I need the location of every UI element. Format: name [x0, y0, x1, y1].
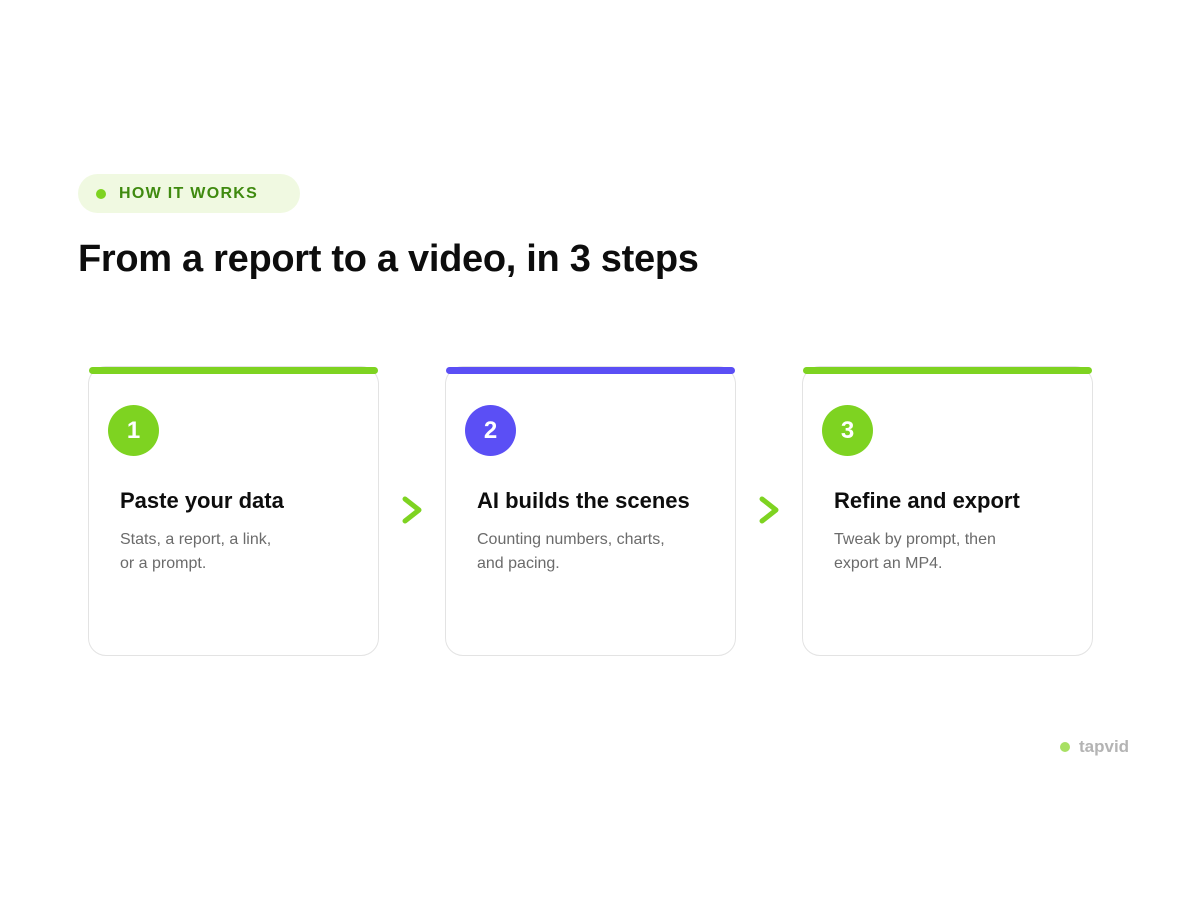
step-1-description-line: or a prompt. [120, 555, 207, 572]
step-1-description-line: Stats, a report, a link, [120, 531, 272, 548]
step-2-accent-bar [446, 367, 735, 374]
step-2-description: Counting numbers, charts, and pacing. [477, 528, 707, 576]
step-3-description: Tweak by prompt, then export an MP4. [834, 528, 1064, 576]
step-3-title: Refine and export [834, 488, 1020, 513]
step-1-title: Paste your data [120, 488, 284, 513]
eyebrow-dot-icon [96, 188, 106, 199]
step-3-description-line: Tweak by prompt, then [834, 531, 996, 548]
step-3-description-line: export an MP4. [834, 555, 943, 572]
chevron-right-icon [759, 496, 779, 524]
how-it-works-pill: HOW IT WORKS [78, 174, 300, 213]
chevron-right-stroke [759, 496, 779, 524]
step-2-title: AI builds the scenes [477, 488, 690, 513]
brand-dot-icon [1060, 742, 1070, 752]
chevron-right-stroke [402, 496, 422, 524]
step-card-2: 2 AI builds the scenes Counting numbers,… [445, 366, 736, 656]
step-2-description-line: and pacing. [477, 555, 560, 572]
step-2-description-line: Counting numbers, charts, [477, 531, 665, 548]
page-title: From a report to a video, in 3 steps [78, 238, 699, 280]
step-1-accent-bar [89, 367, 378, 374]
brand-name: tapvid [1079, 737, 1130, 756]
step-2-number-badge: 2 [465, 405, 516, 456]
step-3-number-badge: 3 [822, 405, 873, 456]
step-card-1: 1 Paste your data Stats, a report, a lin… [88, 366, 379, 656]
step-1-number-badge: 1 [108, 405, 159, 456]
how-it-works-slide: HOW IT WORKS From a report to a video, i… [0, 0, 1200, 900]
step-1-description: Stats, a report, a link, or a prompt. [120, 528, 350, 576]
brand-logo: tapvid [1060, 737, 1129, 757]
eyebrow-label: HOW IT WORKS [119, 184, 259, 202]
step-card-3: 3 Refine and export Tweak by prompt, the… [802, 366, 1093, 656]
chevron-right-icon [402, 496, 422, 524]
step-3-accent-bar [803, 367, 1092, 374]
